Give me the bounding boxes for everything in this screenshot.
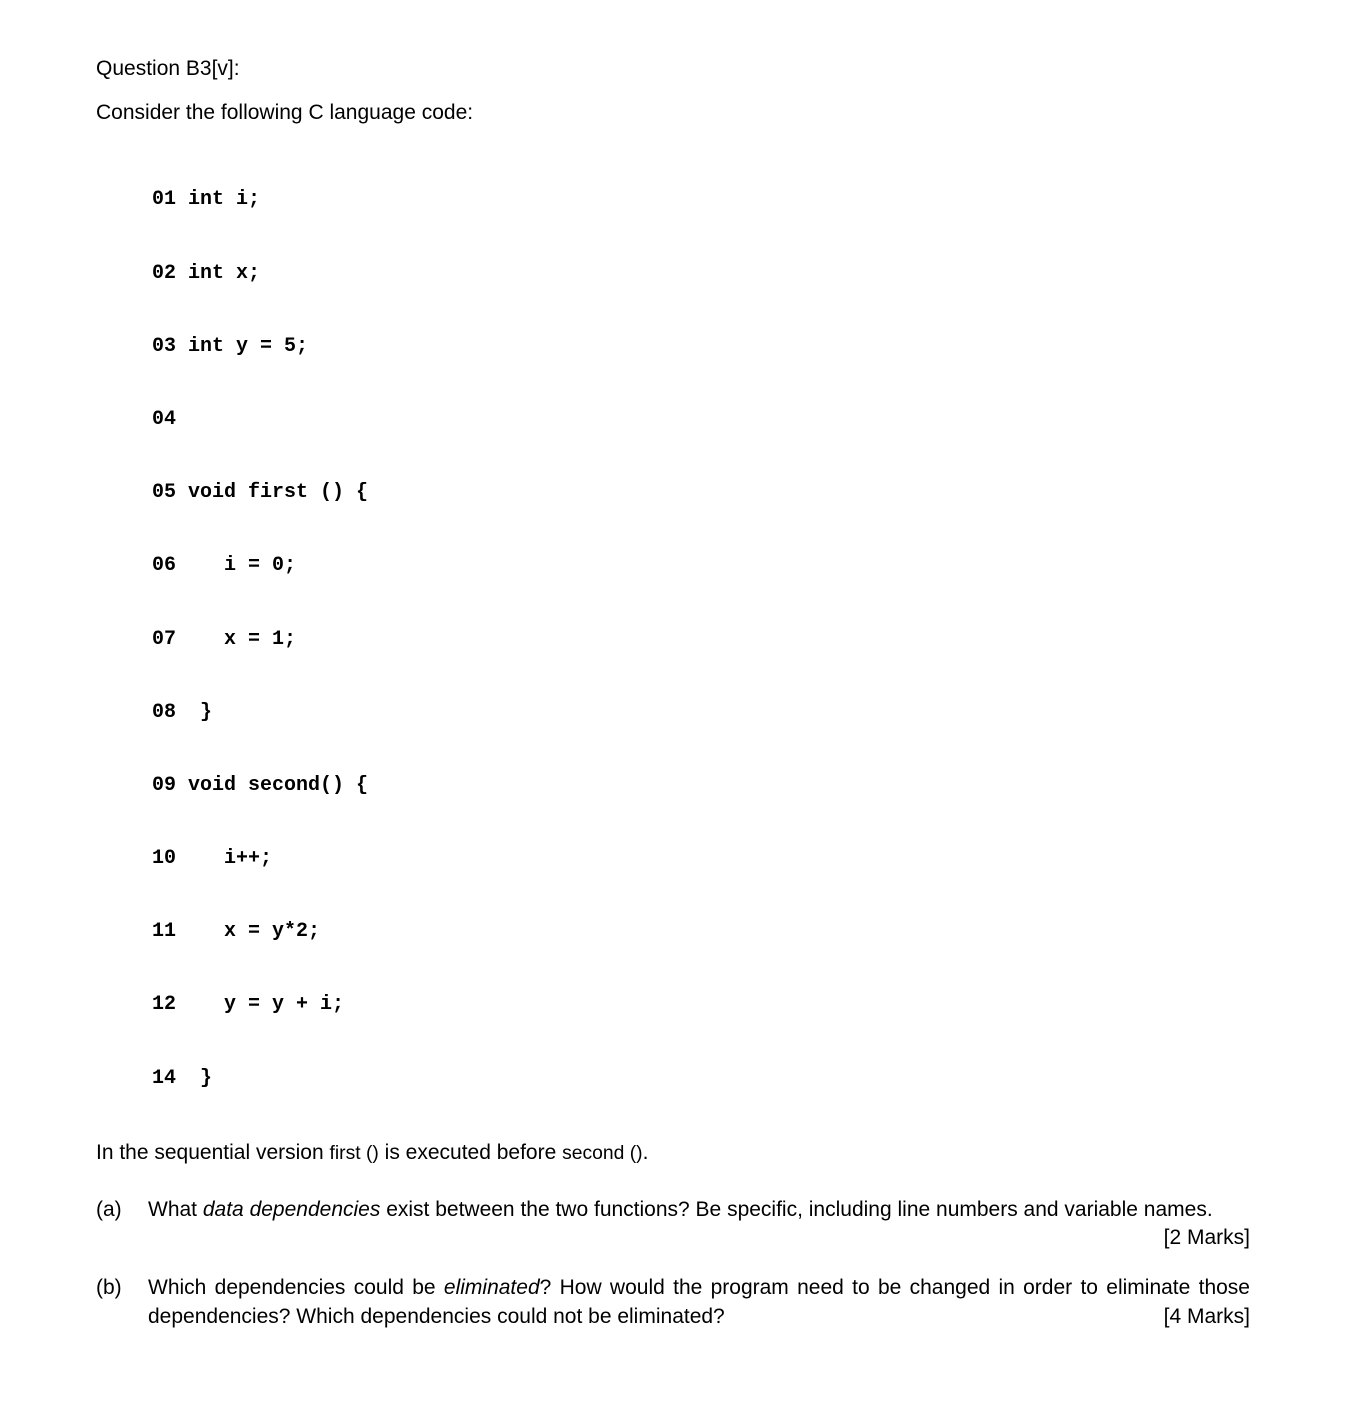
code-text: void first () { <box>188 481 368 504</box>
code-text: } <box>188 1067 212 1090</box>
code-text: i++; <box>188 847 272 870</box>
code-line: 03int y = 5; <box>152 335 1250 359</box>
code-line: 07 x = 1; <box>152 628 1250 652</box>
code-text: int i; <box>188 188 260 211</box>
line-number: 09 <box>152 774 188 798</box>
code-text: x = y*2; <box>188 920 320 943</box>
code-text: y = y + i; <box>188 993 344 1016</box>
line-number: 03 <box>152 335 188 359</box>
question-part-a: (a) What data dependencies exist between… <box>96 1196 1250 1253</box>
line-number: 12 <box>152 993 188 1017</box>
sequential-note: In the sequential version first () is ex… <box>96 1139 1250 1167</box>
code-line: 14 } <box>152 1067 1250 1091</box>
line-number: 05 <box>152 481 188 505</box>
part-body: Which dependencies could be eliminated? … <box>148 1274 1250 1331</box>
text-fragment: . <box>643 1141 649 1164</box>
part-label: (b) <box>96 1274 148 1302</box>
code-block: 01int i; 02int x; 03int y = 5; 04 05void… <box>152 140 1250 1116</box>
question-title: Question B3[v]: <box>96 55 1250 83</box>
code-line: 04 <box>152 408 1250 432</box>
text-fragment: is executed before <box>379 1141 562 1164</box>
emphasis: data dependencies <box>203 1198 381 1221</box>
code-line: 10 i++; <box>152 847 1250 871</box>
line-number: 02 <box>152 262 188 286</box>
emphasis: eliminated <box>444 1276 540 1299</box>
code-line: 11 x = y*2; <box>152 920 1250 944</box>
part-label: (a) <box>96 1196 148 1224</box>
code-line: 01int i; <box>152 188 1250 212</box>
code-line: 06 i = 0; <box>152 554 1250 578</box>
code-text: } <box>188 701 212 724</box>
inline-code: first () <box>329 1143 378 1164</box>
marks-label: [2 Marks] <box>1164 1224 1250 1252</box>
part-body: What data dependencies exist between the… <box>148 1196 1250 1253</box>
code-text: int x; <box>188 262 260 285</box>
line-number: 11 <box>152 920 188 944</box>
code-line: 02int x; <box>152 262 1250 286</box>
line-number: 06 <box>152 554 188 578</box>
line-number: 14 <box>152 1067 188 1091</box>
code-line: 08 } <box>152 701 1250 725</box>
code-text: x = 1; <box>188 628 296 651</box>
code-text: int y = 5; <box>188 335 308 358</box>
text-fragment: exist between the two functions? Be spec… <box>380 1198 1212 1221</box>
text-fragment: In the sequential version <box>96 1141 329 1164</box>
line-number: 04 <box>152 408 188 432</box>
inline-code: second () <box>562 1143 643 1164</box>
code-line: 09void second() { <box>152 774 1250 798</box>
text-fragment: What <box>148 1198 203 1221</box>
marks-label: [4 Marks] <box>1164 1303 1250 1331</box>
line-number: 10 <box>152 847 188 871</box>
question-part-b: (b) Which dependencies could be eliminat… <box>96 1274 1250 1331</box>
code-text: i = 0; <box>188 554 296 577</box>
text-fragment: Which dependencies could be <box>148 1276 444 1299</box>
line-number: 01 <box>152 188 188 212</box>
question-intro: Consider the following C language code: <box>96 99 1250 127</box>
code-line: 12 y = y + i; <box>152 993 1250 1017</box>
line-number: 08 <box>152 701 188 725</box>
code-line: 05void first () { <box>152 481 1250 505</box>
code-text: void second() { <box>188 774 368 797</box>
line-number: 07 <box>152 628 188 652</box>
